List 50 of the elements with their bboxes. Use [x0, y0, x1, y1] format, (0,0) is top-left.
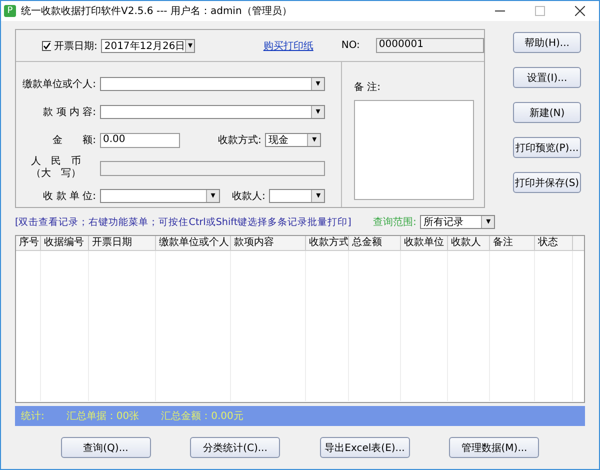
method-label: 收款方式: — [218, 134, 262, 147]
close-icon[interactable] — [575, 6, 585, 16]
receiver-dropdown[interactable]: ▾ — [269, 189, 326, 203]
amount-field[interactable]: 0.00 — [100, 132, 180, 148]
payer-dropdown[interactable]: ▾ — [100, 77, 325, 91]
range-label: 查询范围: — [373, 216, 416, 229]
date-checkbox[interactable] — [42, 40, 51, 50]
column-header[interactable]: 缴款单位或个人 — [156, 236, 231, 250]
side-button[interactable]: 设置(I)... — [513, 67, 581, 88]
bottom-button[interactable]: 导出Excel表(E)... — [320, 437, 410, 458]
column-header[interactable]: 备注 — [490, 236, 535, 250]
status-text: 统计: — [21, 410, 44, 423]
bottom-button[interactable]: 管理数据(M)... — [449, 437, 540, 458]
window-title: 统一收款收据打印软件V2.5.6 --- 用户名：admin（管理员） — [21, 4, 292, 18]
date-picker[interactable]: 2017年12月26日 ▾ — [101, 38, 196, 52]
column-header[interactable]: 状态 — [535, 236, 573, 250]
side-button[interactable]: 打印预览(P)... — [513, 137, 581, 158]
no-label: NO: — [341, 40, 360, 51]
unit-dropdown[interactable]: ▾ — [100, 189, 220, 203]
note-label: 备 注: — [354, 80, 382, 94]
column-header[interactable]: 款项内容 — [231, 236, 306, 250]
column-header[interactable]: 开票日期 — [89, 236, 156, 250]
column-header[interactable]: 收据编号 — [41, 236, 89, 250]
receipt-number-field: 0000001 — [376, 38, 484, 53]
hint-text: [双击查看记录；右键功能菜单；可按住Ctrl或Shift键选择多条记录批量打印] — [15, 216, 352, 228]
uppercase-label: （大 写） — [31, 168, 81, 180]
receiver-label: 收款人: — [232, 190, 266, 203]
method-dropdown[interactable]: 现金 ▾ — [265, 133, 322, 147]
amount-label: 金 额: — [52, 134, 96, 147]
column-header[interactable]: 收款单位 — [401, 236, 448, 250]
item-label: 款 项 内 容: — [42, 106, 96, 119]
status-text: 汇总金额：0.00元 — [161, 410, 244, 423]
buy-paper-link[interactable]: 购买打印纸 — [263, 38, 314, 52]
unit-label: 收 款 单 位: — [42, 190, 96, 203]
app-icon: P — [4, 5, 16, 17]
date-label: 开票日期: — [54, 40, 98, 52]
side-button[interactable]: 帮助(H)... — [513, 32, 581, 53]
side-button[interactable]: 打印并保存(S) — [513, 172, 581, 193]
column-header[interactable]: 总金额 — [349, 236, 401, 250]
note-field[interactable] — [354, 100, 474, 200]
column-header[interactable]: 收款人 — [448, 236, 490, 250]
bottom-button[interactable]: 查询(Q)... — [60, 437, 151, 458]
side-button[interactable]: 新建(N) — [513, 102, 581, 123]
range-dropdown[interactable]: 所有记录 ▾ — [420, 215, 496, 229]
item-dropdown[interactable]: ▾ — [100, 105, 325, 119]
rmb-label: 人 民 币 — [31, 156, 81, 168]
payer-label: 缴款单位或个人: — [22, 78, 96, 91]
column-header[interactable]: 序号 — [16, 236, 41, 250]
bottom-button[interactable]: 分类统计(C)... — [190, 437, 280, 458]
status-text: 汇总单据：00张 — [66, 410, 140, 423]
